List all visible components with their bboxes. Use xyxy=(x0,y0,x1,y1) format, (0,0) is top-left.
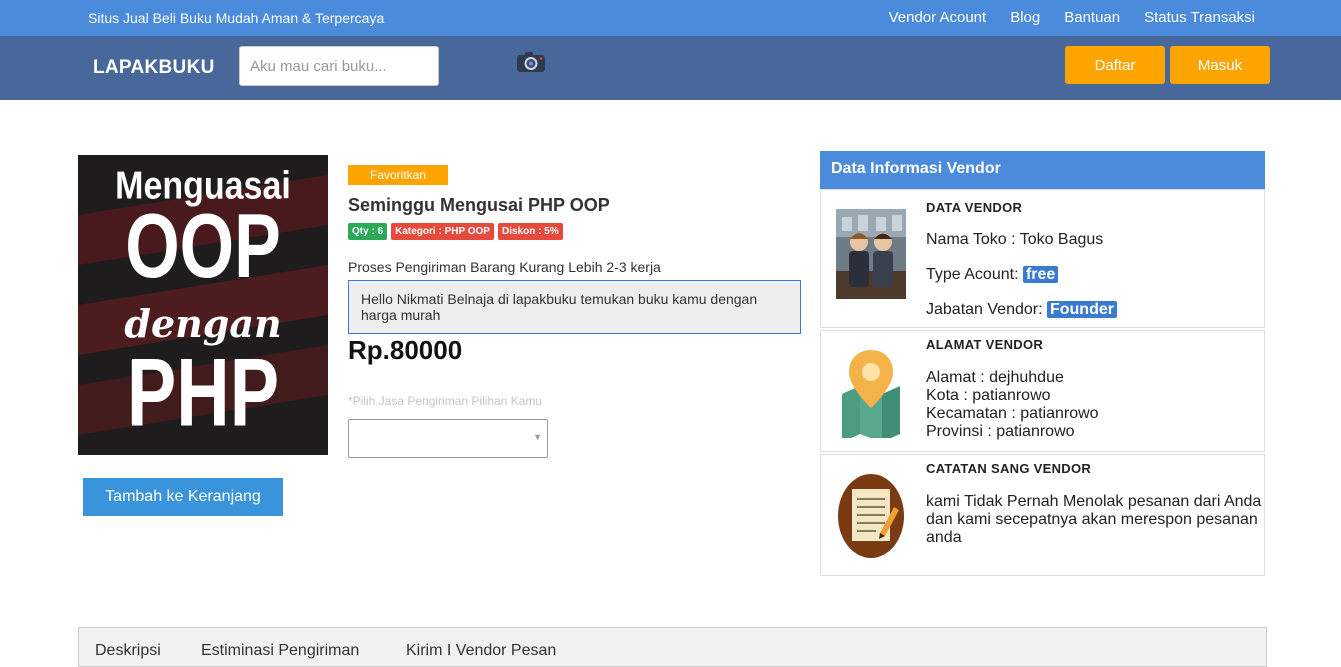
vendor-panel-header: Data Informasi Vendor xyxy=(820,151,1265,189)
main-navbar: LAPAKBUKU Daftar Masuk xyxy=(0,36,1341,100)
favorite-button[interactable]: Favoritkan xyxy=(348,165,448,185)
product-price: Rp.80000 xyxy=(348,335,463,365)
vendor-address-card: ALAMAT VENDOR Alamat : dejhuhdue Kota : … xyxy=(820,330,1265,452)
vendor-address-title: ALAMAT VENDOR xyxy=(926,337,1044,352)
vendor-role-row: Jabatan Vendor: Founder xyxy=(926,301,1117,319)
qty-badge: Qty : 6 xyxy=(348,223,388,240)
product-tabs: Deskripsi Estiminasi Pengiriman Kirim I … xyxy=(78,627,1267,667)
vendor-account-link[interactable]: Vendor Acount xyxy=(889,9,987,26)
shop-name-value: Toko Bagus xyxy=(1019,231,1104,248)
vendor-notes-text: CATATAN SANG VENDOR kami Tidak Pernah Me… xyxy=(926,461,1266,547)
promo-message: Hello Nikmati Belnaja di lapakbuku temuk… xyxy=(348,280,801,334)
vendor-notes-body: kami Tidak Pernah Menolak pesanan dari A… xyxy=(926,493,1262,546)
tab-shipping-estimate[interactable]: Estiminasi Pengiriman xyxy=(201,642,359,660)
dropdown-arrow-icon: ▼ xyxy=(533,432,542,442)
vendor-data-text: DATA VENDOR Nama Toko : Toko Bagus Type … xyxy=(926,200,1117,319)
search-input[interactable] xyxy=(239,46,439,86)
product-badges: Qty : 6 Kategori : PHP OOP Diskon : 5% xyxy=(348,223,563,240)
category-badge: Kategori : PHP OOP xyxy=(391,223,494,240)
address-lines: Alamat : dejhuhdue Kota : patianrowo Kec… xyxy=(926,369,1099,441)
vendor-data-card: DATA VENDOR Nama Toko : Toko Bagus Type … xyxy=(820,189,1265,328)
camera-icon[interactable] xyxy=(516,51,546,73)
vendor-address-text: ALAMAT VENDOR Alamat : dejhuhdue Kota : … xyxy=(926,337,1099,441)
blog-link[interactable]: Blog xyxy=(1010,9,1040,26)
cover-line4: PHP xyxy=(127,339,279,447)
product-title: Seminggu Mengusai PHP OOP xyxy=(348,195,610,215)
book-cover-art: Menguasai OOP dengan PHP xyxy=(78,155,328,455)
vendor-role-tag: Founder xyxy=(1046,301,1117,318)
address-province: Provinsi : patianrowo xyxy=(926,423,1075,440)
account-type-tag: free xyxy=(1022,266,1059,283)
tab-message-vendor[interactable]: Kirim I Vendor Pesan xyxy=(406,642,556,660)
top-links: Vendor Acount Blog Bantuan Status Transa… xyxy=(889,9,1255,26)
address-street: Alamat : dejhuhdue xyxy=(926,369,1064,386)
address-district: Kecamatan : patianrowo xyxy=(926,405,1099,422)
map-pin-icon xyxy=(842,350,900,438)
address-city: Kota : patianrowo xyxy=(926,387,1051,404)
book-cover-image: Menguasai OOP dengan PHP xyxy=(78,155,328,455)
notepad-icon xyxy=(838,474,904,558)
shop-name-row: Nama Toko : Toko Bagus xyxy=(926,231,1117,249)
site-tagline: Situs Jual Beli Buku Mudah Aman & Terper… xyxy=(88,10,385,26)
transaction-status-link[interactable]: Status Transaksi xyxy=(1144,9,1255,26)
shipping-select[interactable]: ▼ xyxy=(348,419,548,458)
add-to-cart-button[interactable]: Tambah ke Keranjang xyxy=(83,478,283,516)
discount-badge: Diskon : 5% xyxy=(497,223,563,240)
tab-description[interactable]: Deskripsi xyxy=(95,642,161,660)
vendor-data-title: DATA VENDOR xyxy=(926,200,1023,215)
vendor-notes-card: CATATAN SANG VENDOR kami Tidak Pernah Me… xyxy=(820,454,1265,576)
cover-line2: OOP xyxy=(125,196,281,297)
account-type-label: Type Acount: xyxy=(926,266,1023,283)
vendor-notes-title: CATATAN SANG VENDOR xyxy=(926,461,1092,476)
register-button[interactable]: Daftar xyxy=(1065,46,1165,84)
shipping-note: Proses Pengiriman Barang Kurang Lebih 2-… xyxy=(348,259,661,275)
top-bar: Situs Jual Beli Buku Mudah Aman & Terper… xyxy=(0,0,1341,36)
vendor-role-label: Jabatan Vendor: xyxy=(926,301,1047,318)
shipping-select-label: *Pilih Jasa Pengiriman Pilihan Kamu xyxy=(348,394,543,408)
brand-logo[interactable]: LAPAKBUKU xyxy=(93,57,215,79)
login-button[interactable]: Masuk xyxy=(1170,46,1270,84)
account-type-row: Type Acount: free xyxy=(926,266,1117,284)
shop-name-label: Nama Toko : xyxy=(926,231,1020,248)
vendor-avatar xyxy=(836,209,906,299)
help-link[interactable]: Bantuan xyxy=(1064,9,1120,26)
